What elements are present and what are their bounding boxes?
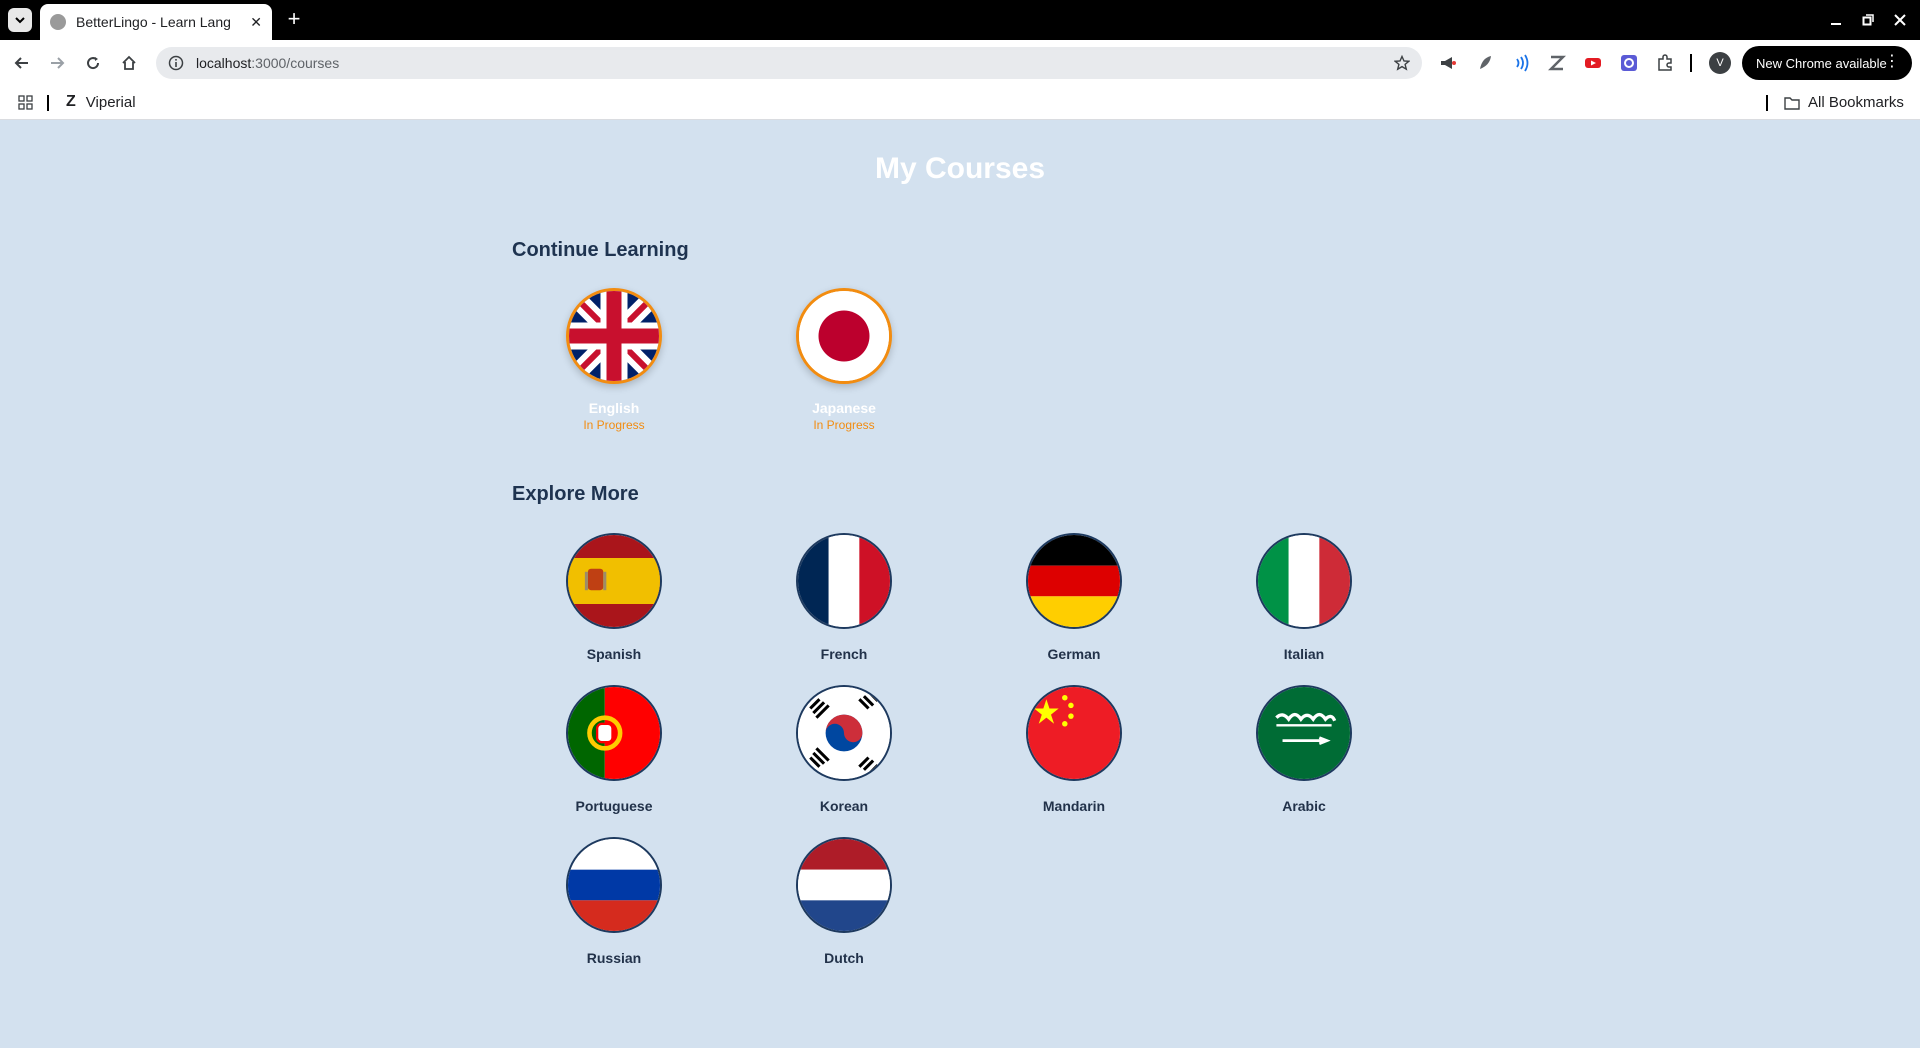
course-name: English (588, 400, 640, 416)
course-name: Dutch (824, 950, 864, 966)
bookmark-viperial[interactable]: Z Viperial (66, 93, 136, 111)
netherlands-flag-icon (796, 837, 892, 933)
url-path: :3000/courses (251, 55, 340, 71)
explore-more-heading: Explore More (512, 483, 639, 505)
courses-page: My Courses Continue Learning English In … (0, 120, 1920, 1048)
close-window-icon[interactable] (1888, 8, 1912, 32)
japan-flag-icon (796, 288, 892, 384)
wave-extension-icon[interactable] (1511, 53, 1531, 73)
bookmark-star-icon[interactable] (1394, 55, 1410, 71)
uk-flag-icon (566, 288, 662, 384)
video-extension-icon[interactable] (1583, 53, 1603, 73)
course-status: In Progress (813, 418, 875, 432)
globe-icon (50, 14, 66, 30)
reload-icon (87, 57, 100, 70)
course-card-english[interactable]: English In Progress (534, 288, 694, 432)
bookmarks-separator (47, 95, 49, 111)
site-info-icon[interactable] (168, 55, 184, 71)
germany-flag-icon (1026, 533, 1122, 629)
continue-learning-heading: Continue Learning (512, 239, 689, 261)
back-button[interactable] (9, 50, 35, 76)
arrow-left-icon (14, 57, 28, 69)
korea-flag-icon (796, 685, 892, 781)
course-card-portuguese[interactable]: Portuguese (534, 685, 694, 814)
course-card-dutch[interactable]: Dutch (764, 837, 924, 966)
bookmarks-bar: Z Viperial All Bookmarks (0, 86, 1920, 120)
browser-toolbar: localhost:3000/courses V New Chrome avai… (0, 40, 1920, 86)
close-icon[interactable]: ✕ (250, 14, 262, 31)
china-flag-icon (1026, 685, 1122, 781)
course-status: In Progress (583, 418, 645, 432)
portugal-flag-icon (566, 685, 662, 781)
course-card-french[interactable]: French (764, 533, 924, 662)
course-card-japanese[interactable]: Japanese In Progress (764, 288, 924, 432)
all-bookmarks-label: All Bookmarks (1808, 94, 1904, 111)
apps-grid-icon[interactable] (18, 95, 33, 110)
course-card-italian[interactable]: Italian (1224, 533, 1384, 662)
course-name: Arabic (1282, 798, 1326, 814)
course-name: Russian (586, 950, 642, 966)
forward-button[interactable] (44, 50, 70, 76)
tab-search-button[interactable] (8, 8, 32, 32)
course-card-mandarin[interactable]: Mandarin (994, 685, 1154, 814)
course-card-german[interactable]: German (994, 533, 1154, 662)
course-name: Korean (819, 798, 869, 814)
more-vert-icon: ⋮ (1884, 53, 1900, 70)
tab-betterlingo[interactable]: BetterLingo - Learn Lang ✕ (40, 4, 272, 40)
tab-strip: BetterLingo - Learn Lang ✕ + (0, 0, 1920, 40)
bookmark-label: Viperial (85, 93, 136, 111)
home-icon (122, 55, 136, 70)
megaphone-extension-icon[interactable] (1438, 53, 1458, 73)
feather-extension-icon[interactable] (1475, 53, 1495, 73)
spain-flag-icon (566, 533, 662, 629)
update-label: New Chrome available (1756, 55, 1887, 71)
bookmarks-separator (1766, 95, 1768, 111)
page-title: My Courses (874, 152, 1046, 185)
chevron-down-icon (15, 17, 25, 24)
z-extension-icon[interactable] (1547, 53, 1567, 73)
url-text: localhost:3000/courses (196, 55, 339, 71)
course-card-spanish[interactable]: Spanish (534, 533, 694, 662)
toolbar-separator (1690, 54, 1692, 72)
gear-extension-icon[interactable] (1619, 53, 1639, 73)
course-card-korean[interactable]: Korean (764, 685, 924, 814)
reload-button[interactable] (80, 50, 106, 76)
italy-flag-icon (1256, 533, 1352, 629)
course-name: German (1047, 646, 1101, 662)
address-bar[interactable]: localhost:3000/courses (156, 47, 1422, 79)
course-name: Italian (1283, 646, 1325, 662)
france-flag-icon (796, 533, 892, 629)
course-name: Japanese (812, 400, 876, 416)
all-bookmarks-button[interactable]: All Bookmarks (1784, 94, 1904, 111)
tab-title: BetterLingo - Learn Lang (76, 14, 231, 30)
viperial-logo-icon: Z (66, 93, 76, 110)
minimize-icon[interactable] (1824, 8, 1848, 32)
saudi-flag-icon (1256, 685, 1352, 781)
course-card-arabic[interactable]: Arabic (1224, 685, 1384, 814)
course-name: Portuguese (575, 798, 653, 814)
course-card-russian[interactable]: Russian (534, 837, 694, 966)
course-name: Mandarin (1042, 798, 1106, 814)
chrome-update-button[interactable]: New Chrome available ⋮ (1742, 46, 1912, 80)
puzzle-extensions-icon[interactable] (1655, 53, 1675, 73)
folder-icon (1784, 96, 1800, 110)
arrow-right-icon (51, 57, 65, 69)
url-host: localhost (196, 55, 252, 71)
russia-flag-icon (566, 837, 662, 933)
profile-avatar[interactable]: V (1709, 52, 1731, 74)
course-name: French (820, 646, 868, 662)
home-button[interactable] (116, 50, 142, 76)
course-name: Spanish (586, 646, 642, 662)
restore-icon[interactable] (1856, 8, 1880, 32)
new-tab-button[interactable]: + (282, 8, 306, 32)
